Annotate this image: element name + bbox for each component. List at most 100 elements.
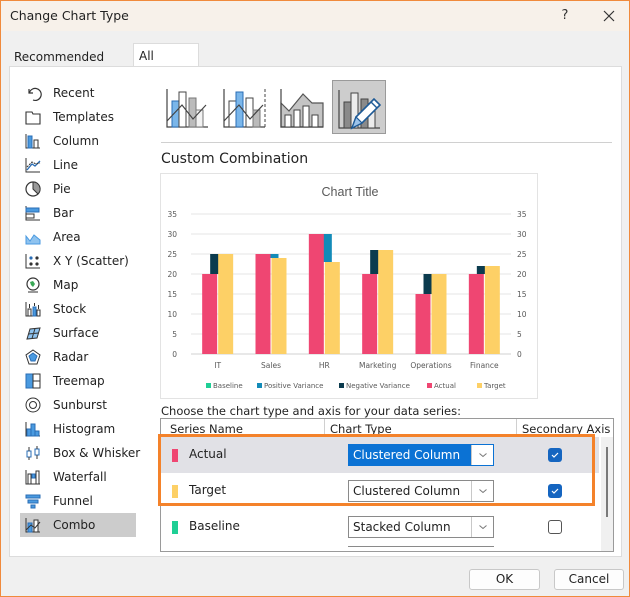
header-series-name: Series Name — [170, 422, 243, 436]
tab-all-charts[interactable]: All Charts — [133, 43, 199, 87]
legend-swatch — [257, 383, 262, 388]
clustered-column-line-icon — [166, 89, 208, 128]
chart-type-value: Stacked Column — [353, 520, 451, 534]
sidebar-item-recent[interactable]: Recent — [20, 81, 136, 105]
series-instruction: Choose the chart type and axis for your … — [161, 404, 461, 418]
sidebar-item-waterfall[interactable]: Waterfall — [20, 465, 136, 489]
partial-hidden-row — [348, 546, 494, 547]
series-row-target[interactable]: Target Clustered Column — [161, 473, 599, 509]
secondary-y-tick-label: 10 — [517, 310, 527, 319]
series-row-actual[interactable]: Actual Clustered Column — [161, 437, 599, 473]
sidebar-item-pie[interactable]: Pie — [20, 177, 136, 201]
funnel-chart-icon — [24, 492, 42, 510]
chart-type-dropdown[interactable]: Clustered Column — [348, 444, 494, 466]
sidebar-item-label: Funnel — [53, 494, 93, 508]
secondary-axis-checkbox[interactable] — [548, 484, 562, 498]
sidebar-item-label: Box & Whisker — [53, 446, 141, 460]
sidebar-item-bar[interactable]: Bar — [20, 201, 136, 225]
subtype-custom-combination[interactable] — [332, 80, 386, 134]
sidebar-item-label: Column — [53, 134, 99, 148]
sidebar-item-label: Pie — [53, 182, 71, 196]
histogram-chart-icon — [24, 420, 42, 438]
bar-chart-icon — [24, 204, 42, 222]
sidebar-item-label: X Y (Scatter) — [53, 254, 129, 268]
sidebar-item-templates[interactable]: Templates — [20, 105, 136, 129]
checkmark-icon — [551, 488, 559, 494]
sidebar-item-histogram[interactable]: Histogram — [20, 417, 136, 441]
close-icon — [603, 10, 615, 22]
chart-preview: Chart Title 0 0 5 5 10 10 15 15 20 20 25 25 30 30 35 35 I… — [160, 173, 538, 399]
close-button[interactable] — [597, 5, 621, 27]
sidebar-item-radar[interactable]: Radar — [20, 345, 136, 369]
sunburst-chart-icon — [24, 396, 42, 414]
x-tick-label: Sales — [261, 361, 281, 370]
sidebar-item-combo[interactable]: Combo — [20, 513, 136, 537]
sidebar-item-surface[interactable]: Surface — [20, 321, 136, 345]
cancel-button[interactable]: Cancel — [554, 569, 624, 590]
bar-actual — [468, 274, 484, 354]
templates-icon — [24, 108, 42, 126]
chevron-down-icon — [479, 525, 487, 530]
sidebar-item-label: Surface — [53, 326, 99, 340]
all-charts-panel: Recent Templates Column Line Pie Bar Area X Y (… — [9, 66, 622, 557]
dropdown-button[interactable] — [471, 481, 493, 501]
stock-chart-icon — [24, 300, 42, 318]
subtype-stacked-area-clustered-column[interactable] — [275, 80, 329, 134]
sidebar-item-label: Map — [53, 278, 79, 292]
subtype-clustered-column-line[interactable] — [161, 80, 215, 134]
help-button[interactable]: ? — [553, 5, 577, 27]
legend-label: Actual — [434, 382, 456, 390]
secondary-y-tick-label: 25 — [517, 250, 527, 259]
chart-type-dropdown[interactable]: Stacked Column — [348, 516, 494, 538]
waterfall-chart-icon — [24, 468, 42, 486]
section-title: Custom Combination — [161, 151, 309, 167]
bar-target — [271, 258, 287, 354]
checkmark-icon — [551, 452, 559, 458]
secondary-y-tick-label: 5 — [517, 330, 522, 339]
map-chart-icon — [24, 276, 42, 294]
sidebar-item-x-y-scatter[interactable]: X Y (Scatter) — [20, 249, 136, 273]
series-name: Baseline — [189, 519, 240, 533]
sidebar-item-label: Recent — [53, 86, 95, 100]
series-table-scrollbar[interactable] — [601, 437, 613, 551]
bar-target — [378, 250, 394, 354]
sidebar-item-line[interactable]: Line — [20, 153, 136, 177]
sidebar-item-column[interactable]: Column — [20, 129, 136, 153]
clustered-column-line-secondary-icon — [223, 89, 266, 128]
secondary-axis-checkbox[interactable] — [548, 448, 562, 462]
y-tick-label: 20 — [167, 270, 177, 279]
sidebar-item-label: Treemap — [53, 374, 105, 388]
sidebar-item-box-whisker[interactable]: Box & Whisker — [20, 441, 140, 465]
bar-actual — [415, 294, 431, 354]
ok-button[interactable]: OK — [469, 569, 540, 590]
chart-type-sidebar: Recent Templates Column Line Pie Bar Area X Y (… — [20, 81, 140, 553]
scrollbar-thumb[interactable] — [606, 447, 608, 517]
sidebar-item-map[interactable]: Map — [20, 273, 136, 297]
chart-type-dropdown[interactable]: Clustered Column — [348, 480, 494, 502]
legend-swatch — [477, 383, 482, 388]
y-tick-label: 5 — [172, 330, 177, 339]
secondary-y-tick-label: 35 — [517, 210, 527, 219]
series-row-baseline[interactable]: Baseline Stacked Column — [161, 509, 599, 545]
chart-title: Chart Title — [322, 185, 379, 199]
sidebar-item-label: Bar — [53, 206, 74, 220]
sidebar-item-label: Histogram — [53, 422, 116, 436]
scatter-chart-icon — [24, 252, 42, 270]
y-tick-label: 30 — [167, 230, 177, 239]
chart-type-value: Clustered Column — [353, 484, 461, 498]
sidebar-item-sunburst[interactable]: Sunburst — [20, 393, 136, 417]
secondary-y-tick-label: 30 — [517, 230, 527, 239]
sidebar-item-stock[interactable]: Stock — [20, 297, 136, 321]
x-tick-label: HR — [319, 361, 330, 370]
sidebar-item-area[interactable]: Area — [20, 225, 136, 249]
dropdown-button[interactable] — [471, 445, 493, 465]
series-color-swatch — [172, 449, 178, 462]
sidebar-item-funnel[interactable]: Funnel — [20, 489, 136, 513]
sidebar-item-treemap[interactable]: Treemap — [20, 369, 136, 393]
dropdown-button[interactable] — [471, 517, 493, 537]
subtype-clustered-column-line-secondary-axis[interactable] — [218, 80, 272, 134]
legend-swatch — [339, 383, 344, 388]
x-tick-label: IT — [214, 361, 221, 370]
sidebar-item-label: Stock — [53, 302, 87, 316]
secondary-axis-checkbox[interactable] — [548, 520, 562, 534]
